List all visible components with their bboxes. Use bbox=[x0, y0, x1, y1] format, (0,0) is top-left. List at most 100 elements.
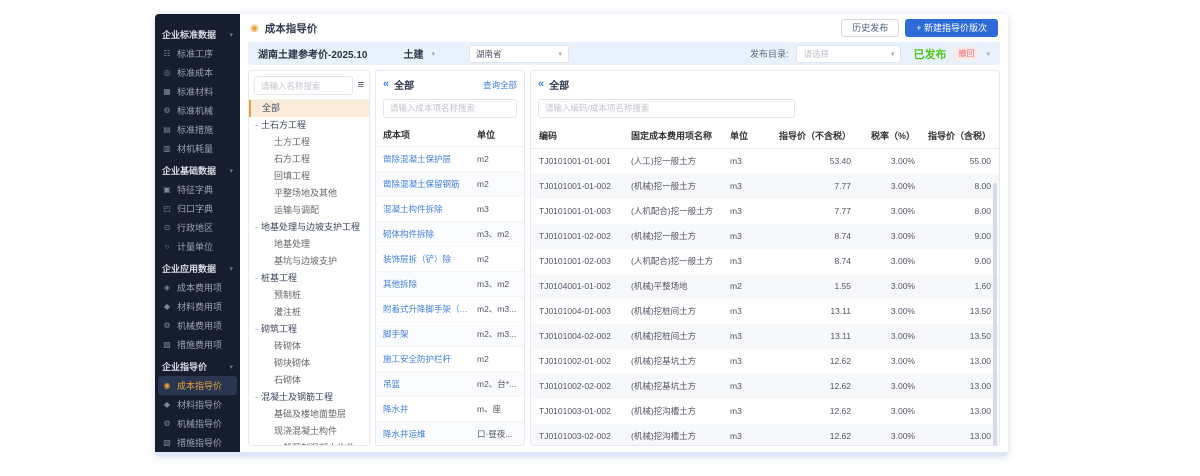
sidebar-item[interactable]: ▧ 措施费用项 bbox=[155, 335, 240, 354]
sidebar-item[interactable]: ⚙ 标准机械 bbox=[155, 101, 240, 120]
table-row[interactable]: TJ0101004-02-002 (机械)挖桩间土方 m3 13.11 3.00… bbox=[531, 324, 999, 349]
scrollbar[interactable] bbox=[993, 183, 997, 446]
cost-item-row[interactable]: 附着式升降脚手架（爬架） m2、m3... bbox=[376, 297, 524, 322]
cell-code: TJ0101004-01-003 bbox=[539, 306, 631, 316]
cost-item-link[interactable]: 降水井 bbox=[383, 403, 477, 415]
table-row[interactable]: TJ0101002-01-002 (机械)挖基坑土方 m3 12.62 3.00… bbox=[531, 349, 999, 374]
cost-item-unit: m2、m3... bbox=[477, 303, 517, 315]
cost-item-link[interactable]: 砌体构件拆除 bbox=[383, 228, 477, 240]
tree-item[interactable]: -砌筑工程 bbox=[249, 321, 369, 338]
sidebar-item[interactable]: ⊙ 行政地区 bbox=[155, 218, 240, 237]
cost-item-row[interactable]: 凿除混凝土保留钢筋 m2 bbox=[376, 172, 524, 197]
sidebar-item[interactable]: 企业标准数据 ▾ bbox=[155, 25, 240, 44]
trade-selector[interactable]: 土建 bbox=[403, 46, 423, 61]
cost-item-link[interactable]: 混凝土构件拆除 bbox=[383, 203, 477, 215]
cell-name: (机械)挖一般土方 bbox=[631, 180, 730, 192]
tree-item[interactable]: -土石方工程 bbox=[249, 117, 369, 134]
cost-item-row[interactable]: 其他拆除 m3、m2 bbox=[376, 272, 524, 297]
sidebar-item[interactable]: ⚙ 机械指导价 bbox=[155, 414, 240, 433]
tree-item[interactable]: 平整场地及其他 bbox=[249, 185, 369, 202]
history-publish-button[interactable]: 历史发布 bbox=[841, 19, 899, 38]
sidebar-item[interactable]: ▥ 材机耗量 bbox=[155, 139, 240, 158]
query-all-link[interactable]: 查询全部 bbox=[483, 79, 517, 91]
sidebar-item[interactable]: ◆ 材料费用项 bbox=[155, 297, 240, 316]
table-row[interactable]: TJ0104001-01-002 (机械)平整场地 m2 1.55 3.00% … bbox=[531, 274, 999, 299]
cell-price-ex-tax: 13.11 bbox=[775, 306, 851, 316]
cost-item-row[interactable]: 凿除混凝土保护层 m2 bbox=[376, 147, 524, 172]
tree-item[interactable]: -混凝土及钢筋工程 bbox=[249, 389, 369, 406]
cost-item-link[interactable]: 施工安全防护栏杆 bbox=[383, 353, 477, 365]
cost-item-row[interactable]: 降水井运维 口·昼夜... bbox=[376, 422, 524, 447]
cost-item-link[interactable]: 吊篮 bbox=[383, 378, 477, 390]
table-row[interactable]: TJ0101001-01-002 (机械)挖一般土方 m3 7.77 3.00%… bbox=[531, 174, 999, 199]
back-icon[interactable]: « bbox=[383, 79, 389, 90]
cost-item-row[interactable]: 混凝土构件拆除 m3 bbox=[376, 197, 524, 222]
table-row[interactable]: TJ0101003-02-002 (机械)挖沟槽土方 m3 12.62 3.00… bbox=[531, 424, 999, 447]
tree-item[interactable]: 石砌体 bbox=[249, 372, 369, 389]
sidebar-item[interactable]: ▨ 措施指导价 bbox=[155, 433, 240, 452]
tree-item[interactable]: 土方工程 bbox=[249, 134, 369, 151]
sidebar-item[interactable]: ◈ 成本费用项 bbox=[155, 278, 240, 297]
sidebar-item[interactable]: ○ 计量单位 bbox=[155, 237, 240, 256]
tree-item[interactable]: 回填工程 bbox=[249, 168, 369, 185]
sidebar-item[interactable]: ▦ 标准材料 bbox=[155, 82, 240, 101]
tree-item[interactable]: 现浇混凝土构件 bbox=[249, 423, 369, 440]
region-select[interactable]: 湖南省 ▾ bbox=[469, 45, 569, 63]
sidebar-item[interactable]: ◰ 归口字典 bbox=[155, 199, 240, 218]
tree-item[interactable]: 基础及楼地面垫层 bbox=[249, 406, 369, 423]
cell-code: TJ0101001-01-003 bbox=[539, 206, 631, 216]
tree-item[interactable]: 地基处理 bbox=[249, 236, 369, 253]
new-version-button[interactable]: + 新建指导价版次 bbox=[905, 19, 998, 38]
tree-item[interactable]: 灌注桩 bbox=[249, 304, 369, 321]
cost-item-row[interactable]: 装饰层拆（铲）除 m2 bbox=[376, 247, 524, 272]
menu-icon[interactable]: ≡ bbox=[358, 80, 364, 91]
table-row[interactable]: TJ0101003-01-002 (机械)挖沟槽土方 m3 12.62 3.00… bbox=[531, 399, 999, 424]
tree-item[interactable]: 全部 bbox=[249, 100, 369, 117]
tree-search-input[interactable] bbox=[254, 76, 353, 95]
tree-item[interactable]: -桩基工程 bbox=[249, 270, 369, 287]
tree-item[interactable]: 预制桩 bbox=[249, 287, 369, 304]
cell-price-inc-tax: 13.00 bbox=[915, 356, 991, 366]
cost-item-search-input[interactable] bbox=[383, 99, 517, 118]
cost-item-row[interactable]: 降水井 m、座 bbox=[376, 397, 524, 422]
cost-item-link[interactable]: 装饰层拆（铲）除 bbox=[383, 253, 477, 265]
sidebar-item[interactable]: ⚙ 机械费用项 bbox=[155, 316, 240, 335]
tree-item[interactable]: 石方工程 bbox=[249, 151, 369, 168]
sidebar-item[interactable]: ◎ 标准成本 bbox=[155, 63, 240, 82]
tree-item[interactable]: 运输与调配 bbox=[249, 202, 369, 219]
sidebar-item[interactable]: 企业指导价 ▾ bbox=[155, 357, 240, 376]
sidebar-item[interactable]: ◆ 材料指导价 bbox=[155, 395, 240, 414]
publish-dir-select[interactable]: 请选择 ▾ bbox=[796, 45, 901, 63]
tree-item[interactable]: 砌块砌体 bbox=[249, 355, 369, 372]
sidebar-item[interactable]: ▤ 标准措施 bbox=[155, 120, 240, 139]
cost-item-link[interactable]: 其他拆除 bbox=[383, 278, 477, 290]
cost-item-link[interactable]: 附着式升降脚手架（爬架） bbox=[383, 303, 477, 315]
cost-item-row[interactable]: 吊篮 m2、台*... bbox=[376, 372, 524, 397]
cost-item-row[interactable]: 脚手架 m2、m3... bbox=[376, 322, 524, 347]
cost-item-row[interactable]: 施工安全防护栏杆 m2 bbox=[376, 347, 524, 372]
tree-item[interactable]: 砖砌体 bbox=[249, 338, 369, 355]
table-row[interactable]: TJ0101004-01-003 (机械)挖桩间土方 m3 13.11 3.00… bbox=[531, 299, 999, 324]
cost-item-link[interactable]: 脚手架 bbox=[383, 328, 477, 340]
col-code: 编码 bbox=[539, 129, 631, 142]
table-row[interactable]: TJ0101001-02-003 (人机配合)挖一般土方 m3 8.74 3.0… bbox=[531, 249, 999, 274]
tree-item[interactable]: 基坑与边坡支护 bbox=[249, 253, 369, 270]
cost-item-link[interactable]: 凿除混凝土保护层 bbox=[383, 153, 477, 165]
back-icon[interactable]: « bbox=[538, 79, 544, 90]
sidebar-item[interactable]: ☷ 标准工序 bbox=[155, 44, 240, 63]
table-row[interactable]: TJ0101001-02-002 (机械)挖一般土方 m3 8.74 3.00%… bbox=[531, 224, 999, 249]
cost-item-row[interactable]: 砌体构件拆除 m3、m2 bbox=[376, 222, 524, 247]
table-row[interactable]: TJ0101002-02-002 (机械)挖基坑土方 m3 12.62 3.00… bbox=[531, 374, 999, 399]
cost-item-link[interactable]: 降水井运维 bbox=[383, 428, 477, 440]
tree-item[interactable]: -地基处理与边坡支护工程 bbox=[249, 219, 369, 236]
detail-search-input[interactable] bbox=[538, 99, 795, 118]
sidebar-item[interactable]: 企业基础数据 ▾ bbox=[155, 161, 240, 180]
sidebar-item[interactable]: 企业应用数据 ▾ bbox=[155, 259, 240, 278]
tree-item[interactable]: 一般预制混凝土构件 bbox=[249, 440, 369, 445]
table-row[interactable]: TJ0101001-01-003 (人机配合)挖一般土方 m3 7.77 3.0… bbox=[531, 199, 999, 224]
cost-item-link[interactable]: 凿除混凝土保留钢筋 bbox=[383, 178, 477, 190]
table-row[interactable]: TJ0101001-01-001 (人工)挖一般土方 m3 53.40 3.00… bbox=[531, 149, 999, 174]
sidebar-item[interactable]: ◉ 成本指导价 bbox=[158, 376, 237, 395]
revoke-button[interactable]: 撤回 bbox=[954, 47, 978, 61]
sidebar-item[interactable]: ▣ 特征字典 bbox=[155, 180, 240, 199]
